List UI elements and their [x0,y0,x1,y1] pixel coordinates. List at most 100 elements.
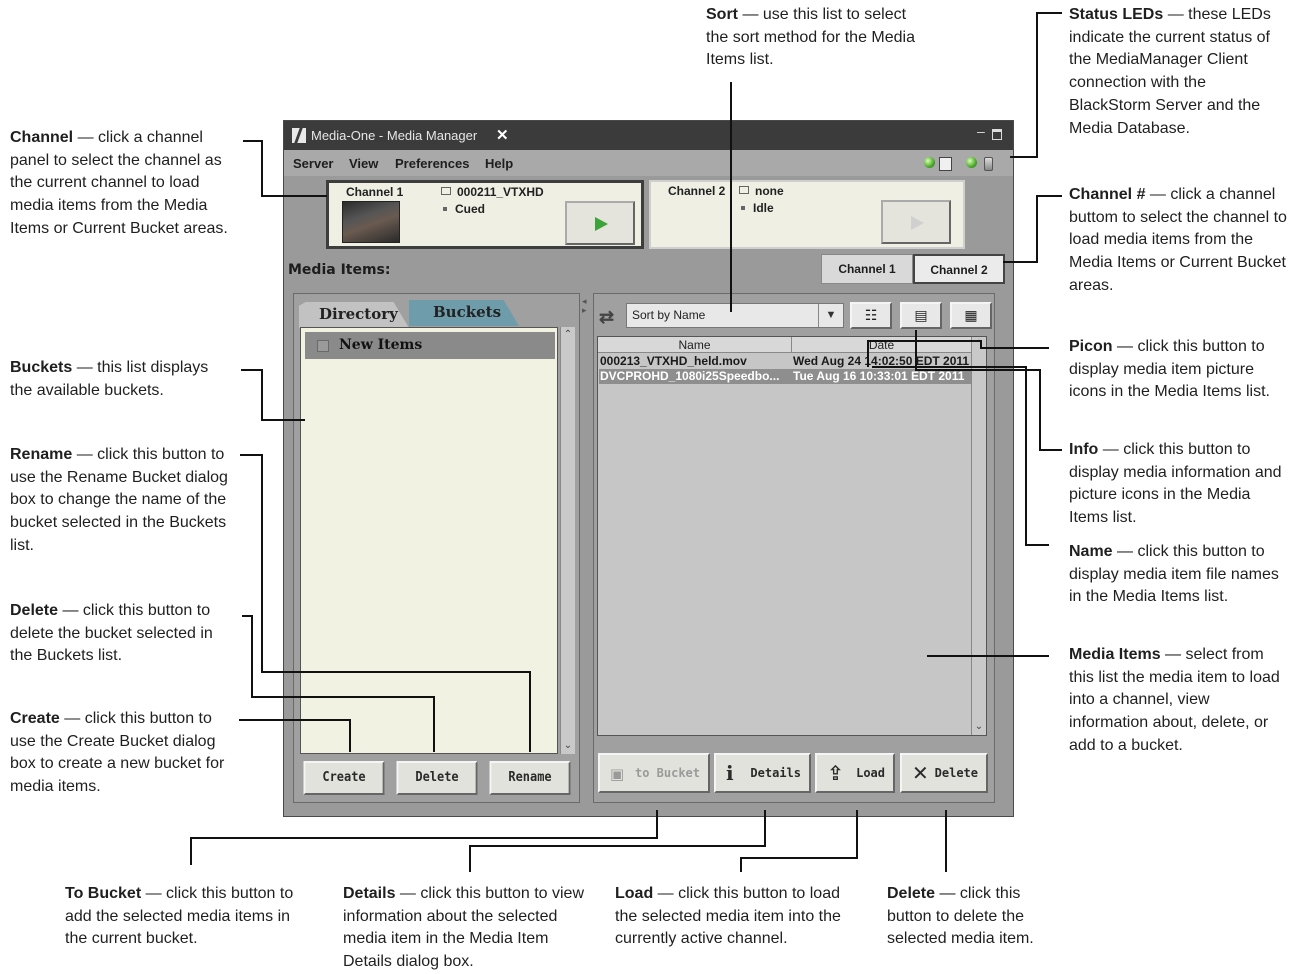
name-view-button[interactable]: ☷ [850,302,892,329]
details-button[interactable]: i Details [714,753,811,793]
channel-2-name: Channel 2 [668,184,726,198]
delete-x-icon: ✕ [912,761,929,785]
channel-1-play-button[interactable] [565,201,635,245]
leader-to-bucket [190,810,658,865]
media-items-list[interactable]: Name Date 000213_VTXHD_held.mov Wed Aug … [597,336,987,736]
server-status-led-icon [924,157,935,168]
menu-server[interactable]: Server [293,156,333,171]
menu-help[interactable]: Help [485,156,513,171]
window-title: Media-One - Media Manager [311,128,478,143]
list-item[interactable]: New Items [305,332,555,359]
create-bucket-button[interactable]: Create [303,761,385,795]
channel-1-tab-button[interactable]: Channel 1 [821,254,913,284]
callout-status-leds: Status LEDs — these LEDs indicate the cu… [1069,6,1271,137]
channel-2-clip: none [739,184,784,198]
leader-load [740,810,858,872]
load-icon: ⇪ [827,761,844,785]
leader-details [469,810,766,872]
delete-bucket-button[interactable]: Delete [396,761,478,795]
load-button[interactable]: ⇪ Load [815,753,895,793]
media-item-date: Wed Aug 24 14:02:50 EDT 2011 [793,354,970,368]
media-item-name: 000213_VTXHD_held.mov [600,354,747,368]
scroll-down-icon[interactable]: ⌄ [562,740,574,752]
to-bucket-button[interactable]: ▣ to Bucket [598,753,710,793]
channel-2-play-button[interactable] [881,200,951,244]
bucket-icon: ▣ [610,765,625,783]
state-icon [443,207,447,211]
buckets-list[interactable]: New Items [300,327,558,754]
callout-load: Load — click this button to load the sel… [615,885,841,948]
channel-1-thumbnail [342,201,400,243]
clip-icon [441,187,451,195]
callout-delete-item: Delete — click this button to delete the… [887,885,1034,948]
refresh-icon[interactable]: ⇄ [599,307,614,328]
media-items-scrollbar[interactable]: ⌃ ⌄ [971,337,986,735]
callout-create: Create — click this button to use the Cr… [10,710,225,796]
sort-select[interactable]: Sort by Name ▼ [626,303,844,328]
media-items-pane: ⇄ Sort by Name ▼ ☷ ▤ ▦ Name Date 000213_… [593,293,995,803]
channel-1-panel[interactable]: Channel 1 000211_VTXHD Cued [326,180,644,249]
column-header-date[interactable]: Date [792,337,972,353]
callout-info: Info — click this button to display medi… [1069,441,1282,527]
leader-status-leds [1010,12,1062,158]
menu-preferences[interactable]: Preferences [395,156,469,171]
server-icon [939,157,952,171]
callout-media-items: Media Items — select from this list the … [1069,646,1280,754]
callout-channel-num: Channel # — click a channel buttom to se… [1069,186,1287,294]
callout-sort: Sort — use this list to select the sort … [706,6,915,69]
picon-view-button[interactable]: ▦ [950,302,992,329]
clip-icon [739,186,749,194]
info-view-icon: ▤ [914,307,928,323]
scroll-up-icon[interactable]: ⌃ [562,329,574,341]
callout-buckets: Buckets — this list displays the availab… [10,359,209,399]
database-icon [984,157,993,171]
channel-2-tab-button[interactable]: Channel 2 [913,254,1005,284]
database-status-led-icon [966,157,977,168]
picon-view-icon: ▦ [964,307,978,323]
tab-directory[interactable]: Directory [299,302,409,328]
callout-channel: Channel — click a channel panel to selec… [10,129,228,237]
state-icon [741,206,745,210]
media-item-date: Tue Aug 16 10:33:01 EDT 2011 [793,369,965,383]
media-items-label: Media Items: [288,262,391,278]
callout-rename: Rename — click this button to use the Re… [10,446,228,554]
bucket-icon [317,340,329,352]
channel-2-panel[interactable]: Channel 2 none Idle [649,180,965,249]
splitter-arrows-icon[interactable]: ◂ ▸ [582,297,587,315]
scroll-down-icon[interactable]: ⌄ [973,721,985,733]
scroll-up-icon[interactable]: ⌃ [973,339,985,351]
column-header-name[interactable]: Name [598,337,792,353]
buckets-pane: Directory Buckets New Items ⌃ ⌄ Create D… [293,293,580,803]
channel-2-state: Idle [739,201,774,215]
info-icon: i [726,761,734,785]
callout-to-bucket: To Bucket — click this button to add the… [65,885,294,948]
media-manager-window: Media-One - Media Manager ✕ – Server Vie… [283,120,1014,817]
media-item-name: DVCPROHD_1080i25Speedbo... [600,369,780,383]
chevron-down-icon[interactable]: ▼ [818,304,843,327]
callout-details: Details — click this button to view info… [343,885,584,971]
table-row-selected[interactable]: DVCPROHD_1080i25Speedbo... Tue Aug 16 10… [599,369,985,384]
close-tab-icon[interactable]: ✕ [496,126,509,144]
callout-picon: Picon — click this button to display med… [1069,338,1270,401]
play-icon [595,217,608,231]
minimize-icon[interactable]: – [977,123,985,139]
play-icon [911,216,924,230]
callout-name: Name — click this button to display medi… [1069,543,1279,606]
delete-item-button[interactable]: ✕ Delete [900,753,988,793]
tab-buckets[interactable]: Buckets [409,300,519,326]
info-view-button[interactable]: ▤ [900,302,942,329]
title-bar: Media-One - Media Manager ✕ – [284,121,1013,150]
channel-1-name: Channel 1 [346,185,404,199]
callout-delete-bucket: Delete — click this button to delete the… [10,602,213,665]
channel-1-state: Cued [441,202,485,216]
app-logo-icon [292,128,306,143]
table-row[interactable]: 000213_VTXHD_held.mov Wed Aug 24 14:02:5… [599,354,971,369]
rename-bucket-button[interactable]: Rename [489,761,571,795]
channel-1-clip: 000211_VTXHD [441,185,544,199]
menu-bar: Server View Preferences Help [284,150,1013,176]
buckets-scrollbar[interactable]: ⌃ ⌄ [560,327,575,754]
menu-view[interactable]: View [349,156,378,171]
bucket-name: New Items [339,337,423,353]
maximize-icon[interactable] [992,129,1002,140]
name-view-icon: ☷ [864,307,878,323]
